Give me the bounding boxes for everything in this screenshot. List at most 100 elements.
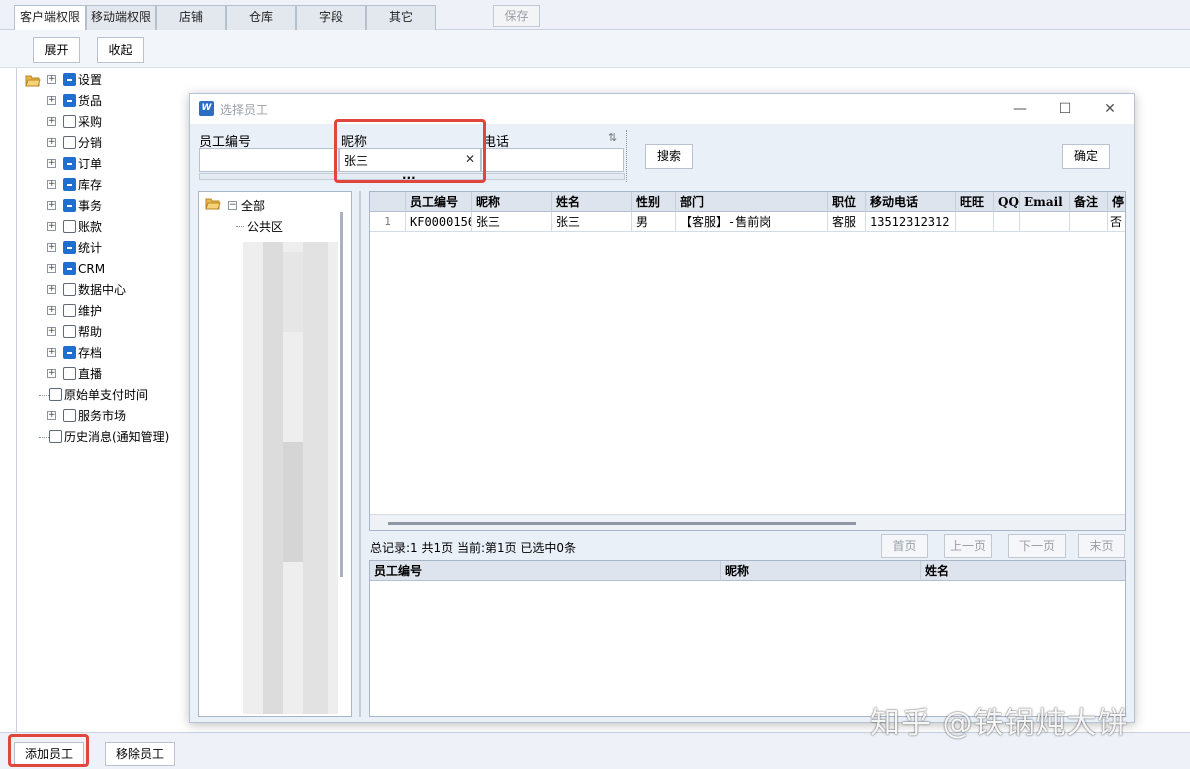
col-header-department[interactable]: 部门: [676, 192, 828, 212]
tree-checkbox[interactable]: [63, 241, 76, 254]
tree-checkbox[interactable]: [63, 157, 76, 170]
expand-toggle-icon[interactable]: +: [47, 75, 56, 84]
col-header-mobile[interactable]: 移动电话: [866, 192, 956, 212]
select-employee-dialog: W 选择员工 — ☐ ✕ 员工编号 昵称 张三 ✕ 电话 ⇅ ... 搜索 确定…: [189, 93, 1135, 723]
tree-checkbox[interactable]: [63, 115, 76, 128]
remove-employee-button[interactable]: 移除员工: [105, 742, 175, 766]
expand-button[interactable]: 展开: [33, 37, 80, 63]
pin-icon[interactable]: ⇅: [608, 131, 617, 144]
tree-item-label: 存档: [78, 346, 103, 360]
expand-toggle-icon[interactable]: +: [47, 411, 56, 420]
grid-horizontal-scrollbar[interactable]: [370, 514, 1125, 530]
expand-toggle-icon[interactable]: +: [47, 222, 56, 231]
blurred-department-list: [243, 242, 338, 714]
minimize-icon[interactable]: —: [1005, 98, 1035, 120]
sel-col-header-name[interactable]: 姓名: [921, 561, 1125, 581]
tree-connector: [39, 437, 49, 438]
tree-connector: [236, 226, 244, 227]
collapse-button[interactable]: 收起: [97, 37, 144, 63]
collapse-toggle-icon[interactable]: −: [228, 201, 237, 210]
tab-field[interactable]: 字段: [296, 5, 366, 30]
tree-scrollbar[interactable]: [340, 212, 343, 577]
tree-checkbox[interactable]: [63, 262, 76, 275]
expand-toggle-icon[interactable]: +: [47, 96, 56, 105]
ok-button[interactable]: 确定: [1062, 144, 1110, 169]
dept-public-label[interactable]: 公共区: [247, 218, 283, 235]
sel-col-header-emp-no[interactable]: 员工编号: [370, 561, 721, 581]
cell-department: 【客服】-售前岗: [676, 212, 828, 232]
tab-mobile-permission[interactable]: 移动端权限: [86, 5, 156, 30]
col-header-disabled[interactable]: 停: [1108, 192, 1125, 212]
tree-checkbox[interactable]: [63, 304, 76, 317]
tree-checkbox[interactable]: [63, 178, 76, 191]
tree-checkbox[interactable]: [63, 94, 76, 107]
expand-toggle-icon[interactable]: +: [47, 264, 56, 273]
expand-toggle-icon[interactable]: +: [47, 306, 56, 315]
row-index: 1: [370, 212, 406, 232]
tree-checkbox[interactable]: [63, 346, 76, 359]
col-header-email[interactable]: Email: [1020, 192, 1070, 212]
col-header-wangwang[interactable]: 旺旺: [956, 192, 994, 212]
selected-employee-grid: 员工编号 昵称 姓名: [369, 560, 1126, 717]
expand-toggle-icon[interactable]: +: [47, 369, 56, 378]
tab-shop[interactable]: 店铺: [156, 5, 226, 30]
cell-nickname: 张三: [472, 212, 552, 232]
prev-page-button[interactable]: 上一页: [944, 534, 992, 558]
tree-item-label: 统计: [78, 241, 103, 255]
tab-client-permission[interactable]: 客户端权限: [14, 5, 86, 31]
col-header-gender[interactable]: 性别: [632, 192, 676, 212]
col-header-qq[interactable]: QQ: [994, 192, 1020, 212]
watermark: 知乎 @铁锅炖大饼: [870, 706, 1129, 741]
col-header-position[interactable]: 职位: [828, 192, 866, 212]
save-button[interactable]: 保存: [493, 5, 540, 27]
tab-other[interactable]: 其它: [366, 5, 436, 30]
cell-emp-no: KF0000156: [406, 212, 472, 232]
col-header-name[interactable]: 姓名: [552, 192, 632, 212]
col-header-emp-no[interactable]: 员工编号: [406, 192, 472, 212]
tree-checkbox[interactable]: [63, 367, 76, 380]
last-page-button[interactable]: 末页: [1078, 534, 1125, 558]
tree-checkbox[interactable]: [49, 388, 62, 401]
expand-toggle-icon[interactable]: +: [47, 327, 56, 336]
expand-toggle-icon[interactable]: +: [47, 138, 56, 147]
expand-toggle-icon[interactable]: +: [47, 243, 56, 252]
expand-toggle-icon[interactable]: +: [47, 201, 56, 210]
grid-header-row: 员工编号 昵称 姓名 性别 部门 职位 移动电话 旺旺 QQ Email 备注 …: [370, 192, 1125, 212]
tree-checkbox[interactable]: [63, 220, 76, 233]
tree-item-label: 帮助: [78, 325, 103, 339]
dept-root-label[interactable]: 全部: [241, 197, 265, 214]
cell-remark: [1070, 212, 1108, 232]
emp-no-input[interactable]: [199, 148, 339, 172]
expand-toggle-icon[interactable]: +: [47, 117, 56, 126]
tab-warehouse[interactable]: 仓库: [226, 5, 296, 30]
maximize-icon[interactable]: ☐: [1050, 98, 1080, 120]
tree-checkbox[interactable]: [63, 199, 76, 212]
tree-checkbox[interactable]: [49, 430, 62, 443]
tree-checkbox[interactable]: [63, 73, 76, 86]
expand-toggle-icon[interactable]: +: [47, 285, 56, 294]
tree-item-label: 直播: [78, 367, 103, 381]
folder-open-icon: [25, 73, 41, 87]
sel-col-header-nickname[interactable]: 昵称: [721, 561, 921, 581]
first-page-button[interactable]: 首页: [881, 534, 928, 558]
tree-item-label: 货品: [78, 94, 103, 108]
tree-item-label: 分销: [78, 136, 103, 150]
expand-toggle-icon[interactable]: +: [47, 180, 56, 189]
scrollbar-thumb[interactable]: [388, 522, 856, 525]
tree-checkbox[interactable]: [63, 136, 76, 149]
dialog-title-bar: W 选择员工 — ☐ ✕: [190, 94, 1134, 124]
panel-splitter[interactable]: [359, 191, 361, 717]
expand-toggle-icon[interactable]: +: [47, 348, 56, 357]
col-header-nickname[interactable]: 昵称: [472, 192, 552, 212]
next-page-button[interactable]: 下一页: [1008, 534, 1066, 558]
search-button[interactable]: 搜索: [645, 144, 693, 169]
tree-checkbox[interactable]: [63, 283, 76, 296]
tree-checkbox[interactable]: [63, 325, 76, 338]
phone-input[interactable]: [481, 148, 624, 172]
expand-toggle-icon[interactable]: +: [47, 159, 56, 168]
col-header-remark[interactable]: 备注: [1070, 192, 1108, 212]
record-status: 总记录:1 共1页 当前:第1页 已选中0条: [370, 541, 577, 555]
tree-root-row[interactable]: + 设置: [25, 70, 225, 90]
tree-checkbox[interactable]: [63, 409, 76, 422]
close-icon[interactable]: ✕: [1095, 98, 1125, 120]
